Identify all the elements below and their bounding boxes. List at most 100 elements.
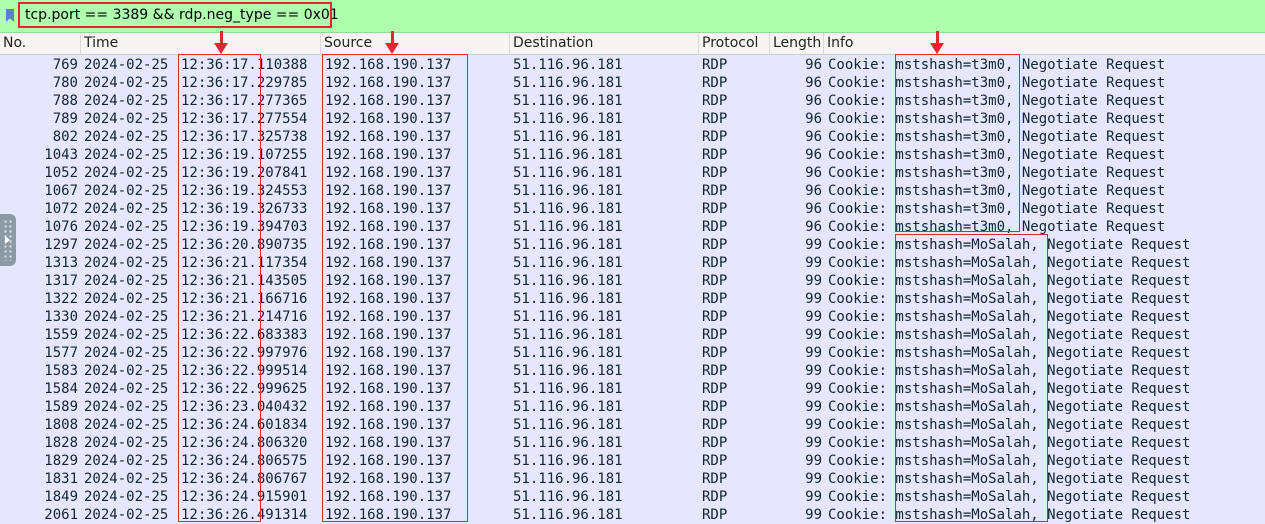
packet-length: 99 <box>805 435 822 451</box>
column-header-protocol[interactable]: Protocol <box>699 33 770 54</box>
packet-length: 96 <box>805 201 822 217</box>
packet-protocol: RDP <box>702 489 728 505</box>
packet-length: 96 <box>805 165 822 181</box>
packet-destination: 51.116.96.181 <box>513 363 623 379</box>
packet-destination: 51.116.96.181 <box>513 489 623 505</box>
packet-destination: 51.116.96.181 <box>513 111 623 127</box>
packet-date: 2024-02-25 <box>84 363 169 379</box>
packet-number: 1577 <box>44 345 78 361</box>
packet-protocol: RDP <box>702 201 728 217</box>
packet-number: 1849 <box>44 489 78 505</box>
packet-number: 1330 <box>44 309 78 325</box>
packet-length: 96 <box>805 57 822 73</box>
packet-length: 99 <box>805 399 822 415</box>
time-highlight-box <box>178 54 261 522</box>
packet-destination: 51.116.96.181 <box>513 381 623 397</box>
packet-protocol: RDP <box>702 435 728 451</box>
column-header-info[interactable]: Info <box>824 33 1265 54</box>
packet-date: 2024-02-25 <box>84 129 169 145</box>
packet-number: 1317 <box>44 273 78 289</box>
filter-highlight-box <box>18 2 332 28</box>
packet-protocol: RDP <box>702 93 728 109</box>
packet-date: 2024-02-25 <box>84 183 169 199</box>
packet-date: 2024-02-25 <box>84 309 169 325</box>
packet-number: 1808 <box>44 417 78 433</box>
packet-protocol: RDP <box>702 399 728 415</box>
packet-protocol: RDP <box>702 327 728 343</box>
packet-protocol: RDP <box>702 417 728 433</box>
packet-protocol: RDP <box>702 291 728 307</box>
packet-protocol: RDP <box>702 165 728 181</box>
packet-destination: 51.116.96.181 <box>513 165 623 181</box>
packet-protocol: RDP <box>702 345 728 361</box>
column-header-destination[interactable]: Destination <box>510 33 699 54</box>
packet-number: 1322 <box>44 291 78 307</box>
packet-length: 99 <box>805 273 822 289</box>
packet-length: 99 <box>805 489 822 505</box>
packet-length: 96 <box>805 219 822 235</box>
packet-protocol: RDP <box>702 57 728 73</box>
packet-date: 2024-02-25 <box>84 489 169 505</box>
display-filter-bar[interactable]: tcp.port == 3389 && rdp.neg_type == 0x01 <box>0 0 1265 33</box>
packet-date: 2024-02-25 <box>84 147 169 163</box>
packet-length: 99 <box>805 309 822 325</box>
packet-number: 788 <box>52 93 78 109</box>
packet-date: 2024-02-25 <box>84 471 169 487</box>
packet-length: 99 <box>805 381 822 397</box>
packet-length: 99 <box>805 255 822 271</box>
packet-destination: 51.116.96.181 <box>513 471 623 487</box>
time-arrow-icon <box>213 31 229 55</box>
packet-protocol: RDP <box>702 147 728 163</box>
packet-date: 2024-02-25 <box>84 327 169 343</box>
packet-destination: 51.116.96.181 <box>513 93 623 109</box>
packet-length: 96 <box>805 75 822 91</box>
packet-number: 1584 <box>44 381 78 397</box>
packet-length: 96 <box>805 111 822 127</box>
packet-number: 1052 <box>44 165 78 181</box>
packet-date: 2024-02-25 <box>84 453 169 469</box>
packet-number: 1828 <box>44 435 78 451</box>
packet-length: 99 <box>805 507 822 523</box>
packet-date: 2024-02-25 <box>84 75 169 91</box>
packet-date: 2024-02-25 <box>84 381 169 397</box>
packet-number: 1829 <box>44 453 78 469</box>
packet-date: 2024-02-25 <box>84 255 169 271</box>
packet-date: 2024-02-25 <box>84 345 169 361</box>
packet-destination: 51.116.96.181 <box>513 57 623 73</box>
packet-number: 802 <box>52 129 78 145</box>
packet-length: 99 <box>805 417 822 433</box>
packet-date: 2024-02-25 <box>84 399 169 415</box>
column-header-no[interactable]: No. <box>0 33 81 54</box>
packet-list-header: No. Time Source Destination Protocol Len… <box>0 33 1265 55</box>
packet-protocol: RDP <box>702 309 728 325</box>
packet-destination: 51.116.96.181 <box>513 327 623 343</box>
packet-length: 96 <box>805 147 822 163</box>
packet-destination: 51.116.96.181 <box>513 453 623 469</box>
column-header-source[interactable]: Source <box>321 33 510 54</box>
packet-destination: 51.116.96.181 <box>513 309 623 325</box>
bookmark-icon[interactable] <box>6 9 14 22</box>
packet-number: 1589 <box>44 399 78 415</box>
packet-date: 2024-02-25 <box>84 201 169 217</box>
packet-number: 1831 <box>44 471 78 487</box>
packet-number: 1583 <box>44 363 78 379</box>
packet-date: 2024-02-25 <box>84 417 169 433</box>
column-header-time[interactable]: Time <box>81 33 321 54</box>
cookie-mosalah-highlight-box <box>895 234 1048 522</box>
cookie-t3m0-highlight-box <box>895 54 1020 232</box>
packet-length: 99 <box>805 363 822 379</box>
packet-destination: 51.116.96.181 <box>513 273 623 289</box>
sidebar-drag-handle[interactable] <box>0 214 16 266</box>
packet-protocol: RDP <box>702 219 728 235</box>
packet-destination: 51.116.96.181 <box>513 507 623 523</box>
column-header-length[interactable]: Length <box>770 33 824 54</box>
packet-date: 2024-02-25 <box>84 165 169 181</box>
packet-length: 99 <box>805 471 822 487</box>
packet-number: 1043 <box>44 147 78 163</box>
packet-destination: 51.116.96.181 <box>513 345 623 361</box>
packet-number: 2061 <box>44 507 78 523</box>
packet-destination: 51.116.96.181 <box>513 75 623 91</box>
packet-protocol: RDP <box>702 273 728 289</box>
packet-protocol: RDP <box>702 255 728 271</box>
packet-destination: 51.116.96.181 <box>513 147 623 163</box>
